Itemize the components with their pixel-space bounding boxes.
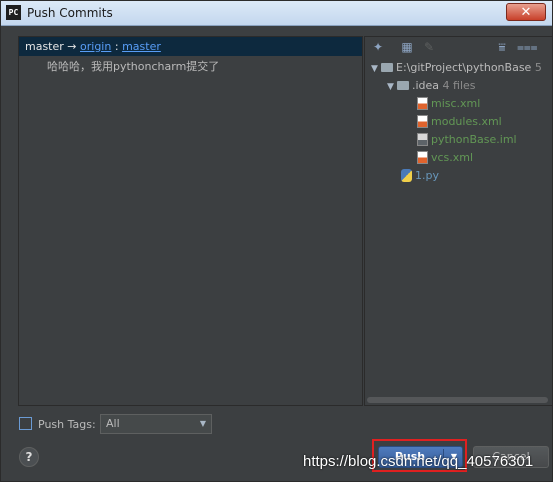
pycharm-app-icon: PC [6,5,21,20]
iml-file-icon [417,132,428,146]
branch-separator: : [114,40,119,53]
tree-folder-row[interactable]: ▼ .idea 4 files [387,78,476,94]
chevron-down-icon: ▼ [199,419,206,428]
folder-icon [381,62,393,72]
file-name: 1.py [415,169,439,182]
root-file-count: 5 [534,61,542,74]
folder-file-count: 4 files [442,79,476,92]
remote-branch-link[interactable]: master [122,40,161,53]
local-branch-label: master [25,40,64,53]
tags-dropdown-value: All [106,417,120,430]
xml-file-icon [417,114,428,128]
root-path-label: E:\gitProject\pythonBase [396,61,532,74]
horizontal-scrollbar[interactable] [367,397,548,403]
file-name: misc.xml [431,97,481,110]
file-name: pythonBase.iml [431,133,517,146]
expand-arrow-icon[interactable]: ▼ [387,79,397,95]
file-name: vcs.xml [431,151,474,164]
arrow-icon: → [67,40,77,53]
xml-file-icon [417,96,428,110]
tree-file-row[interactable]: pythonBase.iml [417,132,517,148]
close-button[interactable]: ✕ [506,3,546,21]
push-commits-dialog: PC Push Commits ✕ master → origin : mast… [0,0,553,482]
changed-files-panel: ✦ ▦ ✎ ⩸ ⩶ ▼ E:\gitProject\pythonBase 5 ▼.… [364,36,553,406]
push-tags-label: Push Tags: [38,418,96,431]
edit-icon[interactable]: ✎ [422,40,436,54]
commits-panel: master → origin : master 哈哈哈，我用pythoncha… [18,36,363,406]
window-title: Push Commits [27,6,113,20]
remote-name-link[interactable]: origin [80,40,111,53]
group-icon[interactable]: ▦ [400,40,414,54]
expand-all-icon[interactable]: ⩸ [495,40,509,54]
push-tags-checkbox[interactable] [19,417,32,430]
tree-file-row[interactable]: vcs.xml [417,150,473,166]
tree-file-row[interactable]: 1.py [401,168,439,184]
title-bar: PC Push Commits ✕ [1,1,552,26]
collapse-all-icon[interactable]: ⩶ [517,40,538,54]
tree-file-row[interactable]: misc.xml [417,96,480,112]
tree-root-row[interactable]: ▼ E:\gitProject\pythonBase 5 [371,60,542,76]
tags-dropdown[interactable]: All ▼ [100,414,212,434]
folder-label: .idea [412,79,440,92]
folder-icon [397,80,409,90]
python-file-icon [401,168,412,182]
watermark-text: https://blog.csdn.net/qq_40576301 [303,453,534,470]
files-toolbar: ✦ ▦ ✎ ⩸ ⩶ [365,37,552,57]
xml-file-icon [417,150,428,164]
branch-header-row[interactable]: master → origin : master [19,37,362,56]
tree-file-row[interactable]: modules.xml [417,114,502,130]
expand-arrow-icon[interactable]: ▼ [371,61,381,77]
file-name: modules.xml [431,115,502,128]
pin-icon[interactable]: ✦ [371,40,385,54]
help-button[interactable]: ? [19,447,39,467]
commit-list-item[interactable]: 哈哈哈，我用pythoncharm提交了 [47,58,219,74]
